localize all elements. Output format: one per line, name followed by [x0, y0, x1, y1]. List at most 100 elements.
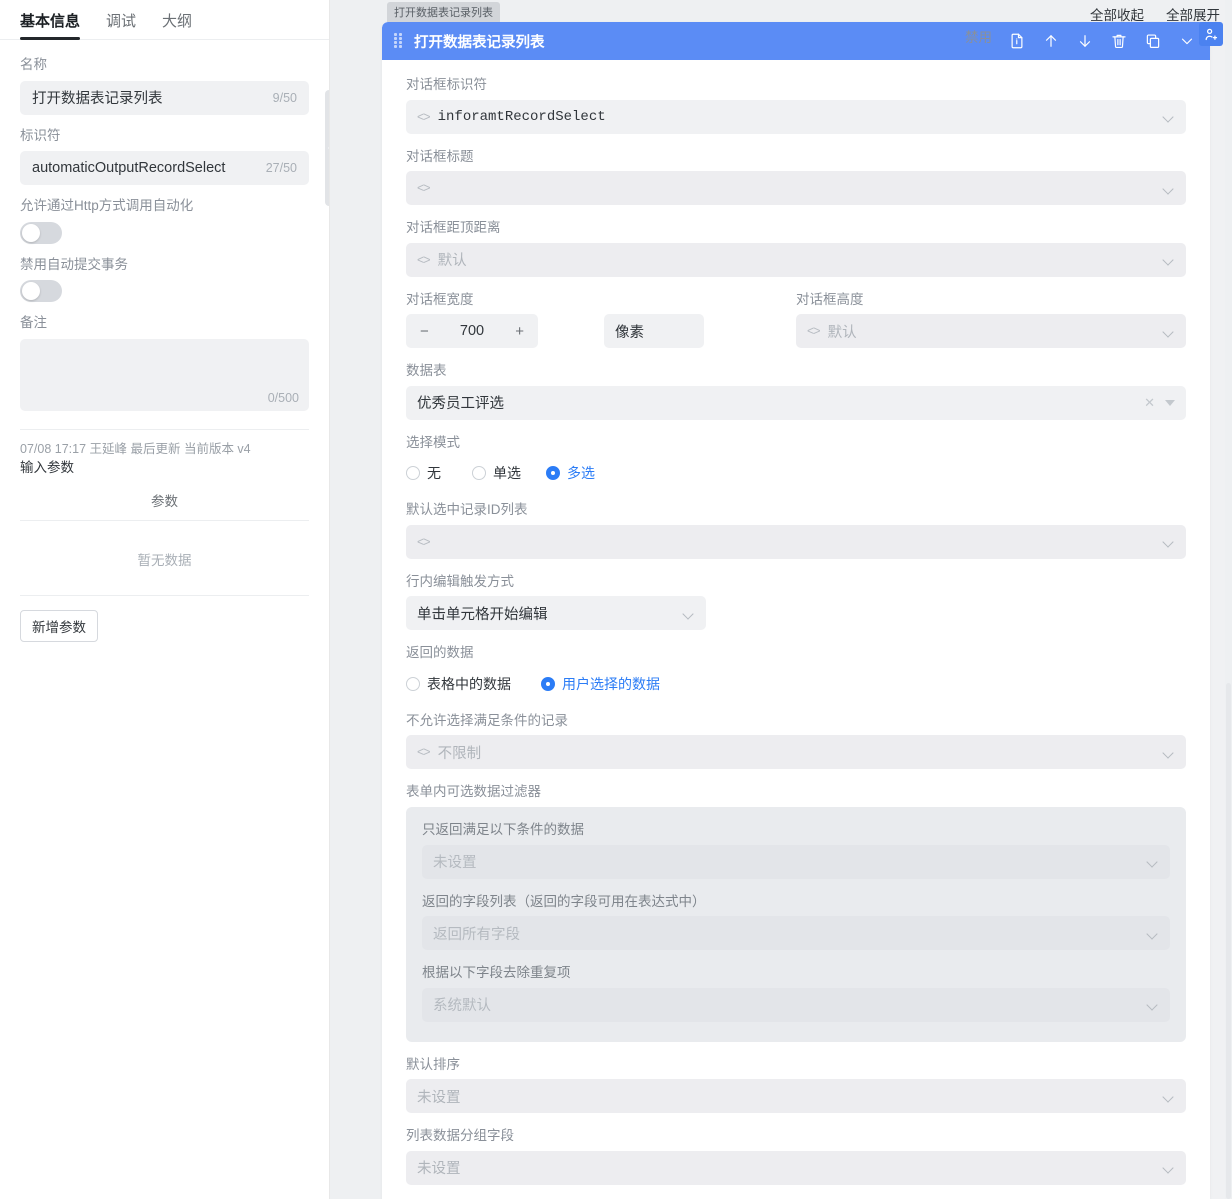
expression-code-icon: <>: [807, 324, 820, 338]
move-down-icon[interactable]: [1076, 32, 1094, 50]
dialog-title-input[interactable]: <>: [406, 171, 1186, 205]
dialog-width-unit-select[interactable]: 像素: [604, 314, 704, 348]
returned-data-radio-group: 表格中的数据 用户选择的数据: [406, 668, 1186, 698]
dedupe-fields-input[interactable]: 系统默认: [422, 988, 1170, 1022]
node-card: 打开数据表记录列表 禁用: [382, 22, 1210, 1199]
returned-data-label: 返回的数据: [406, 644, 1186, 662]
allow-http-toggle[interactable]: [20, 222, 62, 244]
inline-edit-trigger-select[interactable]: 单击单元格开始编辑: [406, 596, 706, 630]
document-info-icon[interactable]: [1008, 32, 1026, 50]
decrement-button[interactable]: −: [420, 323, 429, 340]
expression-code-icon: <>: [417, 535, 430, 549]
remark-textarea[interactable]: 0/500: [20, 339, 309, 411]
name-input[interactable]: 打开数据表记录列表 9/50: [20, 81, 309, 115]
select-mode-option-none[interactable]: 无: [406, 463, 472, 483]
dialog-top-distance-input[interactable]: <> 默认: [406, 243, 1186, 277]
returned-fields-input[interactable]: 返回所有字段: [422, 916, 1170, 950]
dialog-identifier-input[interactable]: <> inforamtRecordSelect: [406, 100, 1186, 134]
chevron-down-icon[interactable]: [1178, 32, 1196, 50]
select-mode-option-single-label: 单选: [493, 463, 521, 483]
field-default-sort: 默认排序 未设置: [406, 1056, 1186, 1114]
disallow-select-condition-placeholder: 不限制: [438, 742, 1156, 763]
field-default-selected-ids: 默认选中记录ID列表 <>: [406, 501, 1186, 559]
param-empty-text: 暂无数据: [20, 521, 309, 596]
default-sort-placeholder: 未设置: [417, 1086, 1156, 1107]
drag-handle-icon[interactable]: [394, 33, 404, 49]
chevron-down-icon: [1164, 256, 1175, 263]
collapse-all-button[interactable]: 全部收起: [1090, 4, 1144, 24]
field-dialog-identifier: 对话框标识符 <> inforamtRecordSelect: [406, 76, 1186, 134]
form-filter-group-label: 表单内可选数据过滤器: [406, 783, 1186, 801]
user-add-icon[interactable]: [1199, 22, 1223, 46]
allow-http-label: 允许通过Http方式调用自动化: [20, 197, 309, 215]
inline-edit-trigger-value: 单击单元格开始编辑: [417, 603, 676, 624]
canvas-top-actions: 全部收起 全部展开: [1090, 4, 1220, 24]
select-mode-option-single[interactable]: 单选: [472, 463, 546, 483]
returned-fields-label: 返回的字段列表（返回的字段可用在表达式中）: [422, 893, 1170, 911]
add-param-button[interactable]: 新增参数: [20, 610, 98, 642]
tab-outline[interactable]: 大纲: [162, 10, 192, 39]
chevron-down-icon: [1148, 858, 1159, 865]
expression-code-icon: <>: [417, 110, 430, 124]
chevron-down-icon: [1164, 1093, 1175, 1100]
divider: [20, 429, 309, 430]
canvas-scrollbar-thumb[interactable]: [1226, 683, 1231, 1199]
properties-sidebar: 基本信息 调试 大纲 名称 打开数据表记录列表 9/50 标识符 automat…: [0, 0, 330, 1199]
select-mode-option-multi-label: 多选: [567, 463, 595, 483]
name-counter: 9/50: [273, 91, 297, 105]
radio-icon: [472, 466, 486, 480]
radio-icon-selected: [546, 466, 560, 480]
default-sort-input[interactable]: 未设置: [406, 1079, 1186, 1113]
field-select-mode: 选择模式 无 单选 多选: [406, 434, 1186, 488]
field-disallow-select-condition: 不允许选择满足条件的记录 <> 不限制: [406, 712, 1186, 770]
expression-code-icon: <>: [417, 181, 430, 195]
data-table-value: 优秀员工评选: [417, 392, 1136, 413]
canvas-scrollbar-track[interactable]: [1225, 0, 1232, 1199]
tab-basic-info[interactable]: 基本信息: [20, 10, 80, 39]
name-label: 名称: [20, 56, 309, 74]
copy-icon[interactable]: [1144, 32, 1162, 50]
disable-auto-commit-label: 禁用自动提交事务: [20, 256, 309, 274]
disable-node-button[interactable]: 禁用: [965, 29, 992, 47]
node-card-header[interactable]: 打开数据表记录列表 禁用: [382, 22, 1210, 60]
select-mode-option-multi[interactable]: 多选: [546, 463, 595, 483]
input-params-section-title: 输入参数: [20, 458, 309, 478]
dialog-top-distance-placeholder: 默认: [438, 249, 1156, 270]
group-field-placeholder: 未设置: [417, 1157, 1156, 1178]
move-up-icon[interactable]: [1042, 32, 1060, 50]
disable-auto-commit-toggle[interactable]: [20, 280, 62, 302]
expand-all-button[interactable]: 全部展开: [1166, 4, 1220, 24]
node-breadcrumb-tag: 打开数据表记录列表: [387, 2, 500, 22]
clear-icon[interactable]: ✕: [1144, 395, 1155, 411]
returned-data-option-user-selected-label: 用户选择的数据: [562, 674, 660, 694]
returned-data-option-user-selected[interactable]: 用户选择的数据: [541, 674, 660, 694]
dedupe-fields-placeholder: 系统默认: [433, 994, 1140, 1015]
dialog-width-controls: − 700 + 像素: [406, 314, 784, 348]
increment-button[interactable]: +: [515, 323, 524, 340]
disallow-select-condition-label: 不允许选择满足条件的记录: [406, 712, 1186, 730]
dialog-width-stepper[interactable]: − 700 +: [406, 314, 538, 348]
field-dialog-title: 对话框标题 <>: [406, 148, 1186, 206]
default-selected-ids-input[interactable]: <>: [406, 525, 1186, 559]
delete-icon[interactable]: [1110, 32, 1128, 50]
disallow-select-condition-input[interactable]: <> 不限制: [406, 735, 1186, 769]
tab-basic-info-label: 基本信息: [20, 13, 80, 30]
dialog-height-input[interactable]: <> 默认: [796, 314, 1186, 348]
dialog-top-distance-label: 对话框距顶距离: [406, 219, 1186, 237]
node-card-actions: 禁用: [965, 29, 1200, 53]
data-table-select[interactable]: 优秀员工评选 ✕: [406, 386, 1186, 420]
group-field-input[interactable]: 未设置: [406, 1151, 1186, 1185]
returned-fields-field: 返回的字段列表（返回的字段可用在表达式中） 返回所有字段: [422, 893, 1170, 951]
dedupe-fields-field: 根据以下字段去除重复项 系统默认: [422, 964, 1170, 1022]
tab-debug[interactable]: 调试: [106, 10, 136, 39]
last-updated-meta: 07/08 17:17 王延峰 最后更新 当前版本 v4: [20, 440, 309, 458]
radio-icon: [406, 466, 420, 480]
filter-condition-input[interactable]: 未设置: [422, 845, 1170, 879]
returned-data-option-table[interactable]: 表格中的数据: [406, 674, 541, 694]
identifier-counter: 27/50: [266, 161, 297, 175]
tab-outline-label: 大纲: [162, 13, 192, 30]
identifier-input[interactable]: automaticOutputRecordSelect 27/50: [20, 151, 309, 185]
field-dialog-width: 对话框宽度 − 700 + 像素: [406, 291, 796, 349]
radio-icon-selected: [541, 677, 555, 691]
chevron-down-icon: [1164, 749, 1175, 756]
